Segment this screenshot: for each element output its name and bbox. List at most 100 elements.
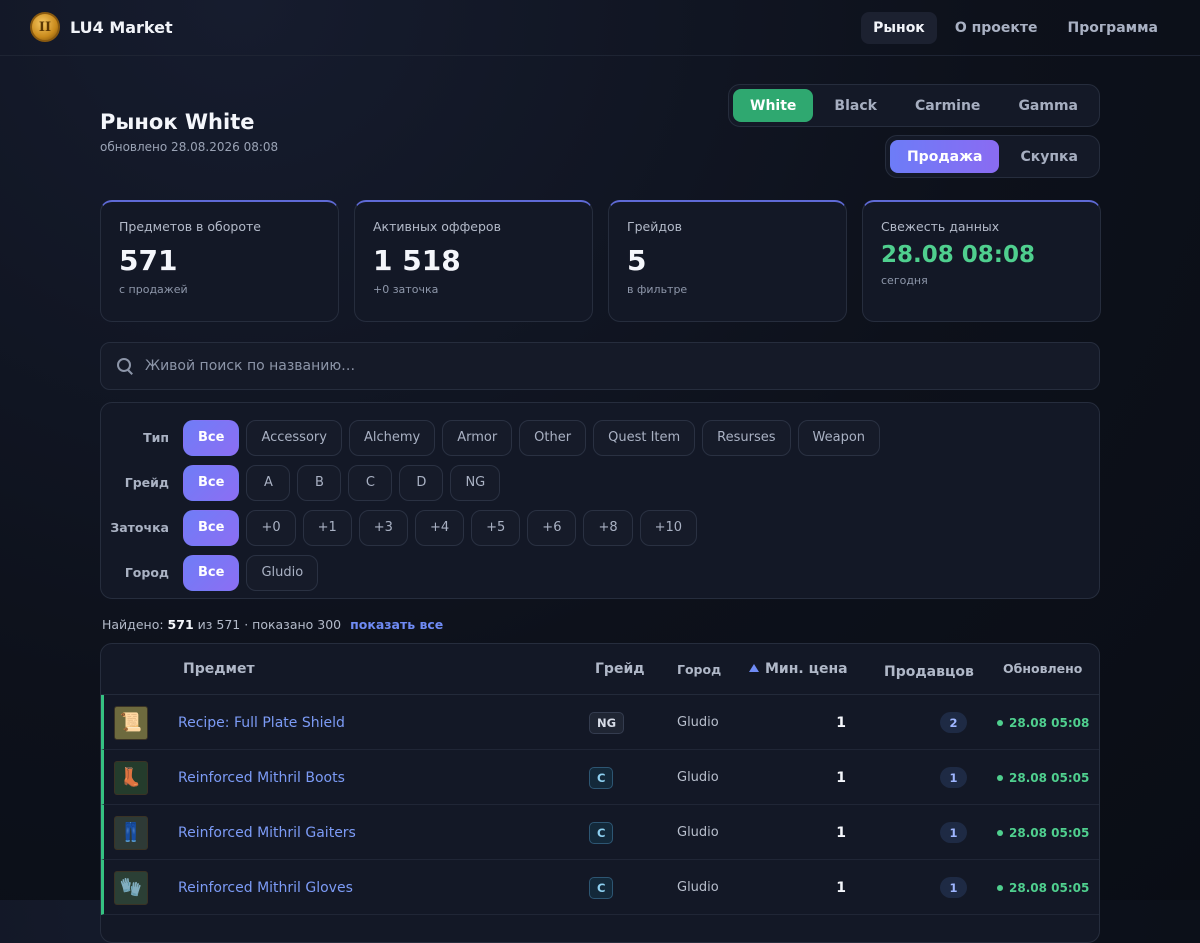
top-navbar: II LU4 Market Рынок О проекте Программа: [0, 0, 1200, 56]
mode-buy-button[interactable]: Скупка: [1003, 140, 1095, 173]
grade-badge: NG: [589, 711, 625, 734]
updated-text: 28.08 05:05: [997, 881, 1089, 895]
market-table: Предмет Грейд Город Мин. цена Продавцов …: [100, 643, 1100, 943]
sort-asc-icon: [749, 664, 759, 672]
table-row[interactable]: 🧤 Reinforced Mithril Gloves C Gludio 1 1…: [101, 860, 1099, 915]
column-city[interactable]: Город: [677, 662, 721, 677]
chip-group: Все Gludio: [183, 554, 319, 591]
status-dot-icon: [997, 884, 1003, 891]
sellers-badge: 1: [940, 877, 967, 898]
chip-enchant-3[interactable]: +3: [358, 509, 408, 546]
item-link[interactable]: Reinforced Mithril Boots: [178, 770, 345, 786]
chip-enchant-5[interactable]: +5: [471, 509, 521, 546]
column-sellers[interactable]: Продавцов: [884, 664, 974, 680]
item-link[interactable]: Reinforced Mithril Gaiters: [178, 825, 356, 841]
logo-coin-icon: II: [30, 12, 60, 42]
sellers-badge: 1: [940, 767, 967, 788]
show-all-link[interactable]: показать все: [350, 617, 443, 632]
stat-card-grades: Грейдов 5 в фильтре: [608, 200, 847, 322]
main-nav: Рынок О проекте Программа: [861, 12, 1170, 44]
results-summary: Найдено: 571 из 571 · показано 300 показ…: [102, 617, 443, 632]
column-updated[interactable]: Обновлено: [1003, 661, 1082, 676]
table-row[interactable]: 👖 Reinforced Mithril Gaiters C Gludio 1 …: [101, 805, 1099, 860]
stat-value: 571: [119, 244, 178, 277]
column-price-label: Мин. цена: [765, 661, 848, 677]
chip-enchant-8[interactable]: +8: [583, 509, 633, 546]
last-updated-text: обновлено 28.08.2026 08:08: [100, 140, 279, 154]
chip-grade-b[interactable]: B: [297, 464, 342, 501]
column-item[interactable]: Предмет: [183, 661, 255, 677]
chip-type-alchemy[interactable]: Alchemy: [348, 419, 436, 456]
filter-row-grade: Грейд Все A B C D NG: [101, 460, 1099, 505]
filter-row-enchant: Заточка Все +0 +1 +3 +4 +5 +6 +8 +10: [101, 505, 1099, 550]
chip-grade-ng[interactable]: NG: [450, 464, 501, 501]
stat-value: 5: [627, 244, 647, 277]
updated-text: 28.08 05:08: [997, 716, 1089, 730]
chip-type-weapon[interactable]: Weapon: [797, 419, 881, 456]
stat-hint: сегодня: [881, 274, 928, 287]
chip-enchant-1[interactable]: +1: [302, 509, 352, 546]
chip-type-resurses[interactable]: Resurses: [702, 419, 791, 456]
chip-type-quest-item[interactable]: Quest Item: [593, 419, 696, 456]
sellers-badge: 2: [940, 712, 967, 733]
chip-type-accessory[interactable]: Accessory: [246, 419, 342, 456]
table-body: 📜 Recipe: Full Plate Shield NG Gludio 1 …: [101, 695, 1099, 915]
sellers-badge: 1: [940, 822, 967, 843]
chip-type-other[interactable]: Other: [519, 419, 587, 456]
city-text: Gludio: [677, 770, 719, 785]
stat-hint: +0 заточка: [373, 283, 439, 296]
gaiters-icon: 👖: [114, 815, 148, 850]
stat-hint: с продажей: [119, 283, 188, 296]
chip-enchant-6[interactable]: +6: [527, 509, 577, 546]
city-text: Gludio: [677, 880, 719, 895]
updated-time: 28.08 05:08: [1009, 715, 1090, 730]
item-link[interactable]: Reinforced Mithril Gloves: [178, 880, 353, 896]
chip-grade-c[interactable]: C: [348, 464, 393, 501]
column-grade[interactable]: Грейд: [595, 661, 645, 677]
grade-badge: C: [589, 876, 614, 899]
search-input[interactable]: [145, 358, 1045, 374]
chip-type-armor[interactable]: Armor: [442, 419, 513, 456]
results-prefix: Найдено:: [102, 617, 164, 632]
stat-hint: в фильтре: [627, 283, 688, 296]
column-price[interactable]: Мин. цена: [749, 661, 848, 677]
nav-about[interactable]: О проекте: [943, 12, 1050, 44]
server-gamma-button[interactable]: Gamma: [1001, 89, 1095, 122]
stat-card-offers: Активных офферов 1 518 +0 заточка: [354, 200, 593, 322]
chip-city-all[interactable]: Все: [183, 554, 240, 591]
chip-type-all[interactable]: Все: [183, 419, 240, 456]
server-white-button[interactable]: White: [733, 89, 814, 122]
stat-card-freshness: Свежесть данных 28.08 08:08 сегодня: [862, 200, 1101, 322]
stats-cards: Предметов в обороте 571 с продажей Актив…: [100, 200, 1101, 322]
chip-enchant-0[interactable]: +0: [246, 509, 296, 546]
chip-grade-all[interactable]: Все: [183, 464, 240, 501]
filter-row-type: Тип Все Accessory Alchemy Armor Other Qu…: [101, 415, 1099, 460]
server-carmine-button[interactable]: Carmine: [898, 89, 997, 122]
filter-label: Тип: [143, 430, 169, 445]
stat-label: Грейдов: [627, 219, 683, 234]
updated-text: 28.08 05:05: [997, 771, 1089, 785]
chip-grade-a[interactable]: A: [246, 464, 291, 501]
city-text: Gludio: [677, 825, 719, 840]
chip-enchant-4[interactable]: +4: [414, 509, 465, 546]
chip-city-gludio[interactable]: Gludio: [246, 554, 319, 591]
mode-selector: Продажа Скупка: [884, 135, 1100, 178]
brand-name: LU4 Market: [70, 17, 173, 37]
grade-badge: C: [589, 766, 614, 789]
page-title: Рынок White: [100, 110, 255, 134]
chip-enchant-all[interactable]: Все: [183, 509, 240, 546]
search-bar: [100, 342, 1100, 390]
table-row[interactable]: 📜 Recipe: Full Plate Shield NG Gludio 1 …: [101, 695, 1099, 750]
updated-time: 28.08 05:05: [1009, 770, 1090, 785]
nav-program[interactable]: Программа: [1056, 12, 1170, 44]
chip-enchant-10[interactable]: +10: [639, 509, 698, 546]
table-row[interactable]: 👢 Reinforced Mithril Boots C Gludio 1 1 …: [101, 750, 1099, 805]
nav-market[interactable]: Рынок: [861, 12, 937, 44]
chip-grade-d[interactable]: D: [399, 464, 444, 501]
filters-panel: Тип Все Accessory Alchemy Armor Other Qu…: [100, 402, 1100, 599]
item-link[interactable]: Recipe: Full Plate Shield: [178, 715, 345, 731]
brand[interactable]: II LU4 Market: [30, 12, 173, 42]
mode-sell-button[interactable]: Продажа: [889, 140, 1000, 173]
grade-badge: C: [589, 821, 614, 844]
server-black-button[interactable]: Black: [817, 89, 894, 122]
